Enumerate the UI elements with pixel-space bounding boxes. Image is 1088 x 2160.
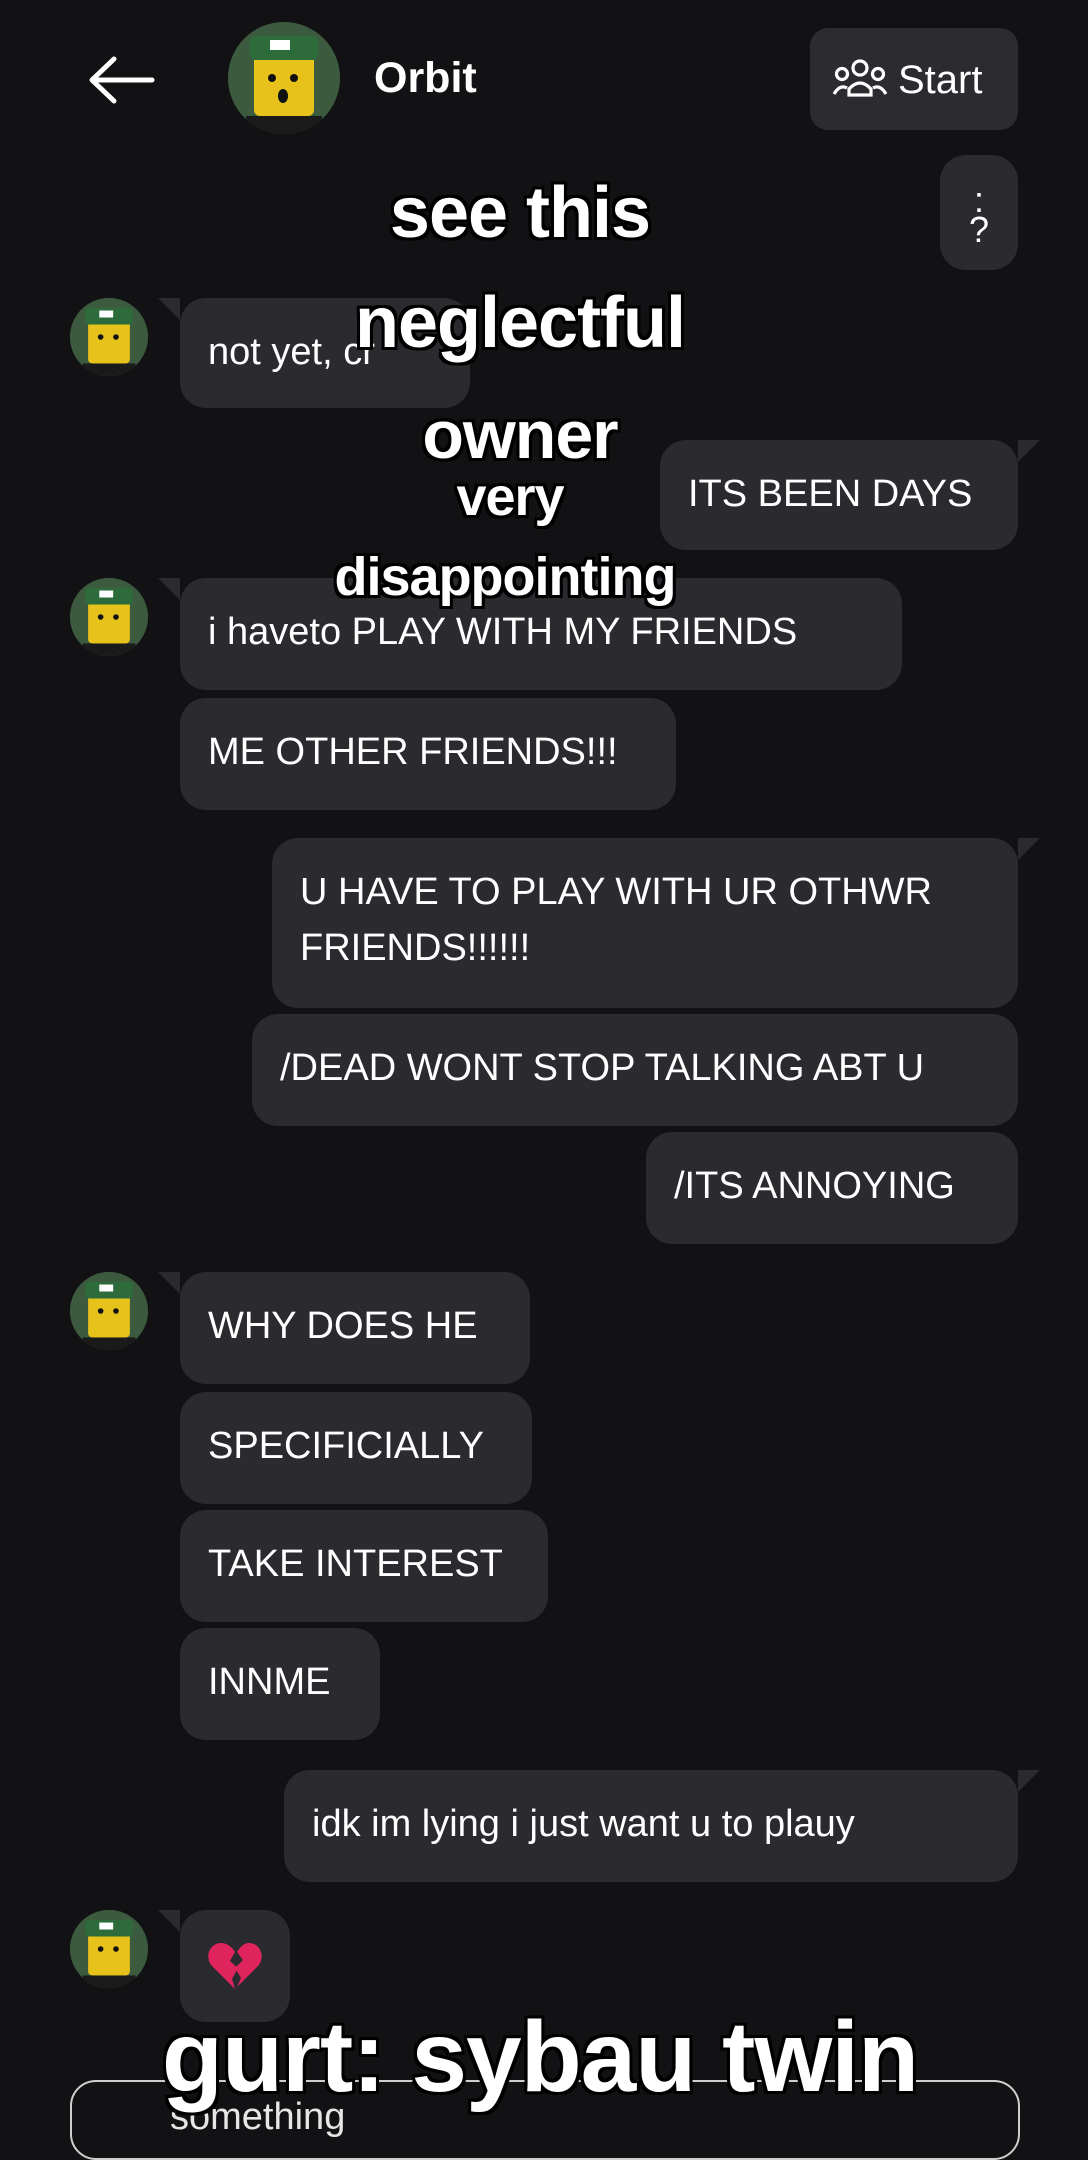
chat-header: Orbit Start [0, 0, 1088, 160]
message-bubble-incoming[interactable]: SPECIFICIALLY [180, 1392, 532, 1504]
overlay-caption: see this [389, 173, 651, 253]
overlay-caption: neglectful [354, 283, 686, 363]
back-arrow-icon[interactable] [86, 55, 156, 105]
message-bubble-outgoing[interactable]: /ITS ANNOYING [646, 1132, 1018, 1244]
sender-avatar [70, 298, 148, 376]
message-bubble-incoming[interactable]: WHY DOES HE [158, 1272, 530, 1384]
overlay-caption: gurt: sybau twin [161, 2001, 919, 2113]
broken-heart-icon [208, 1943, 262, 1989]
sender-avatar [70, 1272, 148, 1350]
message-bubble-outgoing[interactable]: ITS BEEN DAYS [660, 440, 1040, 550]
message-bubble-outgoing[interactable]: : ? [940, 155, 1018, 270]
message-bubble-incoming[interactable]: TAKE INTEREST [180, 1510, 548, 1622]
start-label: Start [898, 58, 983, 102]
sender-avatar [70, 1910, 148, 1988]
start-party-button[interactable]: Start [810, 28, 1018, 130]
message-bubble-outgoing[interactable]: idk im lying i just want u to plauy [284, 1770, 1040, 1882]
overlay-caption: owner [422, 397, 618, 473]
overlay-caption: very [456, 467, 564, 527]
contact-name[interactable]: Orbit [374, 54, 477, 103]
message-bubble-incoming[interactable]: INNME [180, 1628, 380, 1740]
message-bubble-incoming[interactable]: ME OTHER FRIENDS!!! [180, 698, 676, 810]
group-icon [832, 59, 888, 97]
overlay-caption: disappointing [334, 547, 677, 607]
message-bubble-outgoing[interactable]: U HAVE TO PLAY WITH UR OTHWR FRIENDS!!!!… [272, 838, 1040, 1008]
contact-avatar[interactable] [228, 22, 340, 134]
sender-avatar [70, 578, 148, 656]
message-bubble-outgoing[interactable]: /DEAD WONT STOP TALKING ABT U [252, 1014, 1018, 1126]
